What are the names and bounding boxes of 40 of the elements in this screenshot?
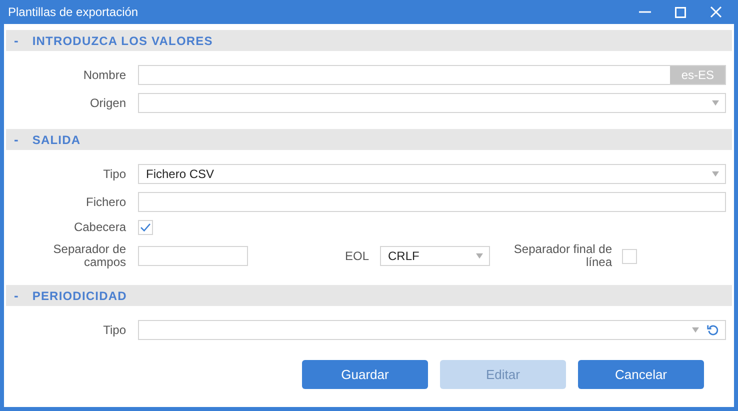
- locale-badge: es-ES: [670, 66, 725, 84]
- toggle-sign[interactable]: -: [14, 286, 18, 306]
- dropdown-arrow-icon: [692, 327, 699, 333]
- section-title: SALIDA: [32, 132, 81, 148]
- maximize-icon[interactable]: [675, 6, 686, 18]
- dropdown-field[interactable]: Fichero CSV: [138, 164, 726, 184]
- section-title: PERIODICIDAD: [32, 288, 127, 304]
- text-field[interactable]: [138, 192, 726, 212]
- toggle-sign[interactable]: -: [14, 30, 18, 50]
- dropdown-arrow-icon: [476, 253, 483, 259]
- text-field[interactable]: [138, 246, 248, 266]
- field-label: EOL: [344, 250, 369, 262]
- dropdown-field[interactable]: [138, 320, 726, 340]
- window-title: Plantillas de exportación: [8, 4, 140, 21]
- dropdown-field[interactable]: CRLF: [380, 246, 490, 266]
- action-button[interactable]: Guardar: [302, 360, 428, 389]
- field-label: Cabecera: [72, 221, 126, 234]
- field-label: Separador final de línea: [512, 243, 612, 269]
- action-button[interactable]: Cancelar: [578, 360, 704, 389]
- dropdown-field[interactable]: [138, 93, 726, 113]
- checkbox[interactable]: [622, 248, 637, 264]
- dropdown-arrow-icon: [712, 100, 719, 106]
- field-label: Nombre: [82, 68, 126, 82]
- section-header[interactable]: - SALIDA: [6, 129, 732, 150]
- section-header[interactable]: - INTRODUZCA LOS VALORES: [6, 30, 732, 51]
- dropdown-value: Fichero CSV: [146, 166, 216, 183]
- reset-icon[interactable]: [707, 324, 719, 336]
- field-label: Origen: [88, 96, 126, 110]
- text-field[interactable]: es-ES: [138, 65, 726, 85]
- section-header[interactable]: - PERIODICIDAD: [6, 285, 732, 306]
- checkbox[interactable]: [138, 220, 153, 235]
- dropdown-arrow-icon: [712, 171, 719, 177]
- field-label: Separador de campos: [52, 243, 126, 269]
- field-label: Fichero: [84, 196, 126, 208]
- field-label: Tipo: [102, 168, 126, 180]
- dropdown-value: CRLF: [388, 248, 420, 265]
- close-icon[interactable]: [710, 6, 722, 18]
- field-label: Tipo: [102, 324, 126, 336]
- section-title: INTRODUZCA LOS VALORES: [32, 32, 213, 50]
- toggle-sign[interactable]: -: [14, 130, 18, 150]
